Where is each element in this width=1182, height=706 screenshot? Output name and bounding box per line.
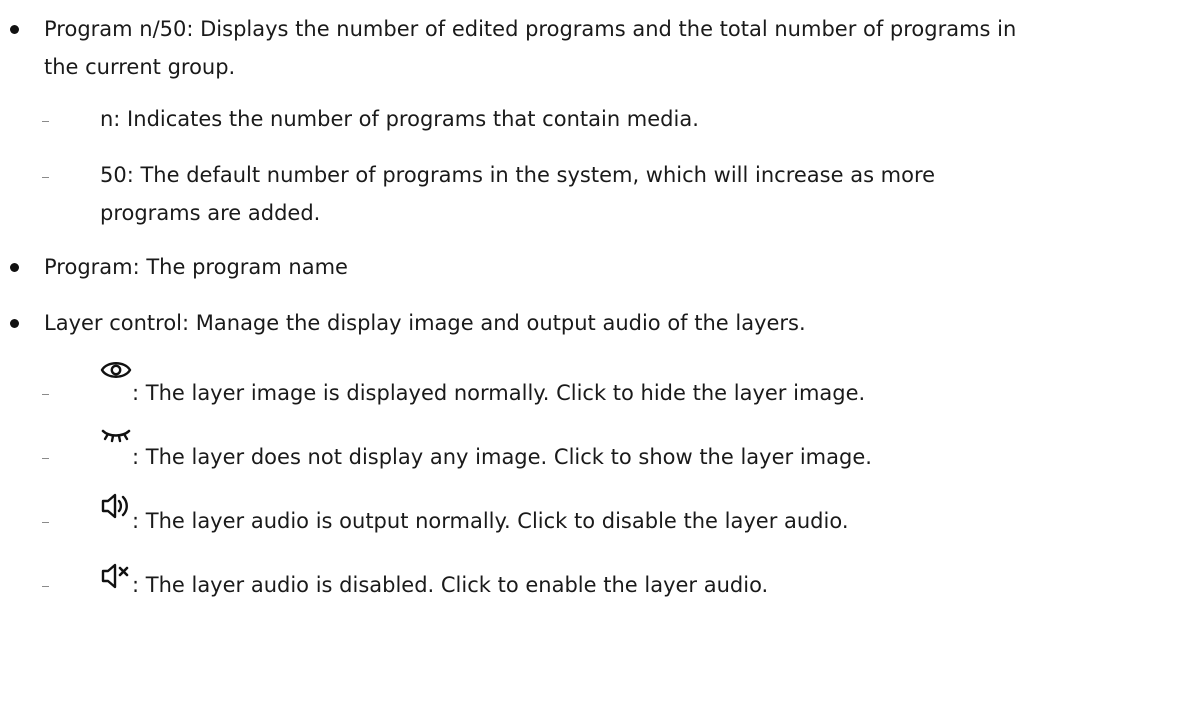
sub-item-n: n: Indicates the number of programs that… [42,102,699,137]
bullet-text: Program n/50: Displays the number of edi… [44,17,1017,41]
speaker-on-icon [100,490,132,522]
bullet-dot [10,319,19,328]
dash-marker [42,458,49,459]
bullet-program-count: Program n/50: Displays the number of edi… [10,12,1017,47]
dash-marker [42,177,49,178]
icon-description: : The layer does not display any image. … [132,445,872,469]
bullet-program-name: Program: The program name [10,250,348,285]
sub-item-50-continued: programs are added. [100,196,320,231]
dash-marker [42,121,49,122]
dash-marker [42,586,49,587]
sub-item-text: n: Indicates the number of programs that… [100,107,699,131]
dash-marker [42,394,49,395]
bullet-program-count-continued: the current group. [44,50,235,85]
dash-marker [42,522,49,523]
eye-open-icon [100,354,132,386]
bullet-text: Program: The program name [44,255,348,279]
icon-description: : The layer audio is output normally. Cl… [132,509,849,533]
icon-description: : The layer image is displayed normally.… [132,381,866,405]
bullet-text: Layer control: Manage the display image … [44,311,806,335]
document-body: Program n/50: Displays the number of edi… [0,0,1182,706]
eye-closed-icon [100,420,132,452]
bullet-text: the current group. [44,55,236,79]
bullet-dot [10,25,19,34]
bullet-dot [10,263,19,272]
icon-description: : The layer audio is disabled. Click to … [132,573,769,597]
speaker-muted-icon [100,560,132,592]
sub-item-50: 50: The default number of programs in th… [42,158,936,193]
sub-item-text: programs are added. [100,201,321,225]
bullet-layer-control: Layer control: Manage the display image … [10,306,806,341]
sub-item-text: 50: The default number of programs in th… [100,163,936,187]
